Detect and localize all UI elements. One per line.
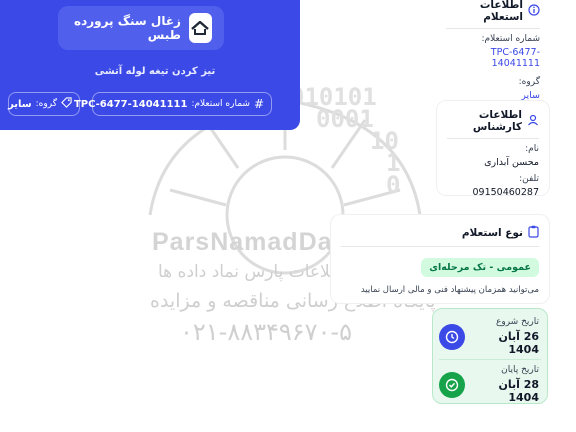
divider [447,138,539,139]
start-date-row: تاریخ شروع 26 آبان 1404 [439,317,539,356]
divider [439,359,541,360]
watermark-brand: ParsNamadData [152,228,357,256]
inquiry-number-chip: # شماره استعلام: TPC-6477-14041111 [74,92,272,116]
inquiry-number-label: شماره استعلام: [481,34,540,44]
divider [341,246,539,247]
start-date-text: تاریخ شروع 26 آبان 1404 [465,317,539,356]
company-title: زغال سنگ پرورده طبس [73,14,181,42]
expert-name-value: محسن آبداری [484,157,539,168]
end-date-row: تاریخ پایان 28 آبان 1404 [439,365,539,404]
start-date-value: 26 آبان 1404 [498,330,539,356]
expert-name-label: نام: [525,144,539,154]
company-title-box: زغال سنگ پرورده طبس [58,6,224,50]
clipboard-icon [528,225,539,241]
inquiry-type-tag: عمومی - تک مرحله‌ای [421,258,539,277]
clock-icon [439,323,465,350]
start-date-label: تاریخ شروع [496,317,539,327]
inquiry-type-card: نوع استعلام عمومی - تک مرحله‌ای می‌توانی… [330,214,550,304]
hash-icon: # [253,97,264,111]
expert-info-title: اطلاعات کارشناس [472,109,522,133]
group-label: گروه: [518,77,540,87]
dates-card: تاریخ شروع 26 آبان 1404 تاریخ پایان 28 آ… [432,308,548,404]
inquiry-type-note: می‌توانید همزمان پیشنهاد فنی و مالی ارسا… [360,285,539,295]
expert-info-card: اطلاعات کارشناس نام: محسن آبداری تلفن: 0… [436,100,550,198]
inquiry-info-title: اطلاعات استعلام [479,0,523,23]
check-circle-icon [439,371,465,398]
user-icon [527,114,539,129]
inquiry-number-label: شماره استعلام: [191,99,250,109]
inquiry-number-value: TPC-6477-14041111 [73,98,188,110]
inquiry-type-tag-wrap: عمومی - تک مرحله‌ای [341,255,539,277]
expert-info-header: اطلاعات کارشناس [447,109,539,133]
tag-icon [61,97,72,111]
inquiry-subject: تیز کردن تیغه لوله آتشی [94,66,216,77]
end-date-text: تاریخ پایان 28 آبان 1404 [465,365,539,404]
inquiry-type-header: نوع استعلام [341,225,539,241]
end-date-label: تاریخ پایان [501,365,539,375]
watermark-binary: 010101 0001 10 1 0 [290,83,401,199]
expert-phone-value: 09150460287 [472,187,540,198]
home-icon [188,13,212,43]
group-label: گروه: [35,99,57,109]
info-icon [528,3,540,19]
watermark-phone: ۰۲۱-۸۸۳۴۹۶۷۰-۵ [180,318,353,346]
group-chip: گروه: سایر [8,92,80,116]
group-value: سایر [8,98,32,110]
inquiry-header-card: زغال سنگ پرورده طبس تیز کردن تیغه لوله آ… [0,0,300,130]
inquiry-type-title: نوع استعلام [461,227,523,239]
inquiry-info-card: اطلاعات استعلام شماره استعلام: TPC-6477-… [436,0,550,101]
inquiry-info-header: اطلاعات استعلام [446,0,540,23]
inquiry-number-link[interactable]: TPC-6477-14041111 [446,47,540,69]
expert-phone-label: تلفن: [519,174,539,184]
divider [446,28,540,29]
end-date-value: 28 آبان 1404 [498,378,539,404]
